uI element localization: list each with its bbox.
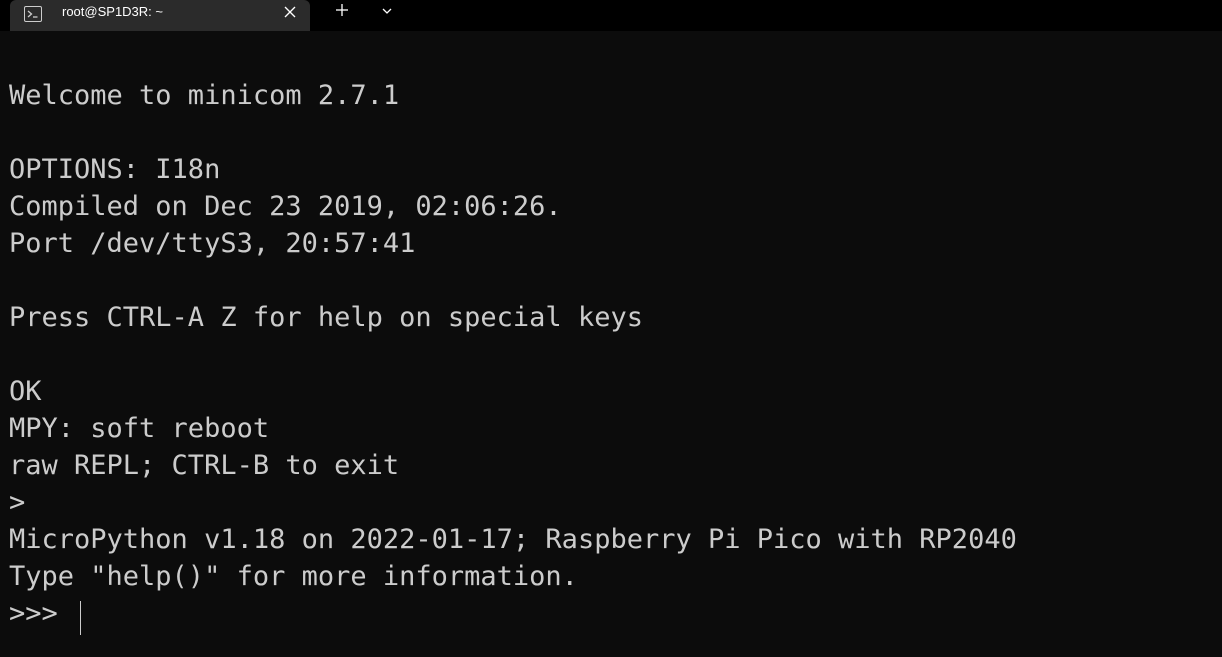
tab-title: root@SP1D3R: ~ <box>62 4 163 19</box>
terminal-line: Type "help()" for more information. <box>9 561 578 592</box>
terminal-line: raw REPL; CTRL-B to exit <box>9 450 400 481</box>
terminal-line: MPY: soft reboot <box>9 413 270 444</box>
terminal-line: Welcome to minicom 2.7.1 <box>9 80 400 111</box>
terminal-line: MicroPython v1.18 on 2022-01-17; Raspber… <box>9 524 1017 555</box>
terminal-line: OPTIONS: I18n <box>9 154 221 185</box>
terminal-icon <box>24 6 42 22</box>
tab-terminal[interactable]: root@SP1D3R: ~ <box>10 0 310 31</box>
text-cursor <box>80 601 81 635</box>
terminal-line: OK <box>9 376 42 407</box>
terminal-line: > <box>9 487 26 518</box>
terminal-line: Port /dev/ttyS3, 20:57:41 <box>9 228 416 259</box>
plus-icon[interactable] <box>334 2 350 18</box>
terminal-prompt: >>> <box>9 598 75 629</box>
chevron-down-icon[interactable] <box>380 6 394 16</box>
title-bar: root@SP1D3R: ~ <box>0 0 1222 31</box>
terminal-line: Press CTRL-A Z for help on special keys <box>9 302 643 333</box>
terminal-output[interactable]: Welcome to minicom 2.7.1 OPTIONS: I18n C… <box>0 31 1222 657</box>
close-icon[interactable] <box>282 4 298 20</box>
terminal-line: Compiled on Dec 23 2019, 02:06:26. <box>9 191 562 222</box>
